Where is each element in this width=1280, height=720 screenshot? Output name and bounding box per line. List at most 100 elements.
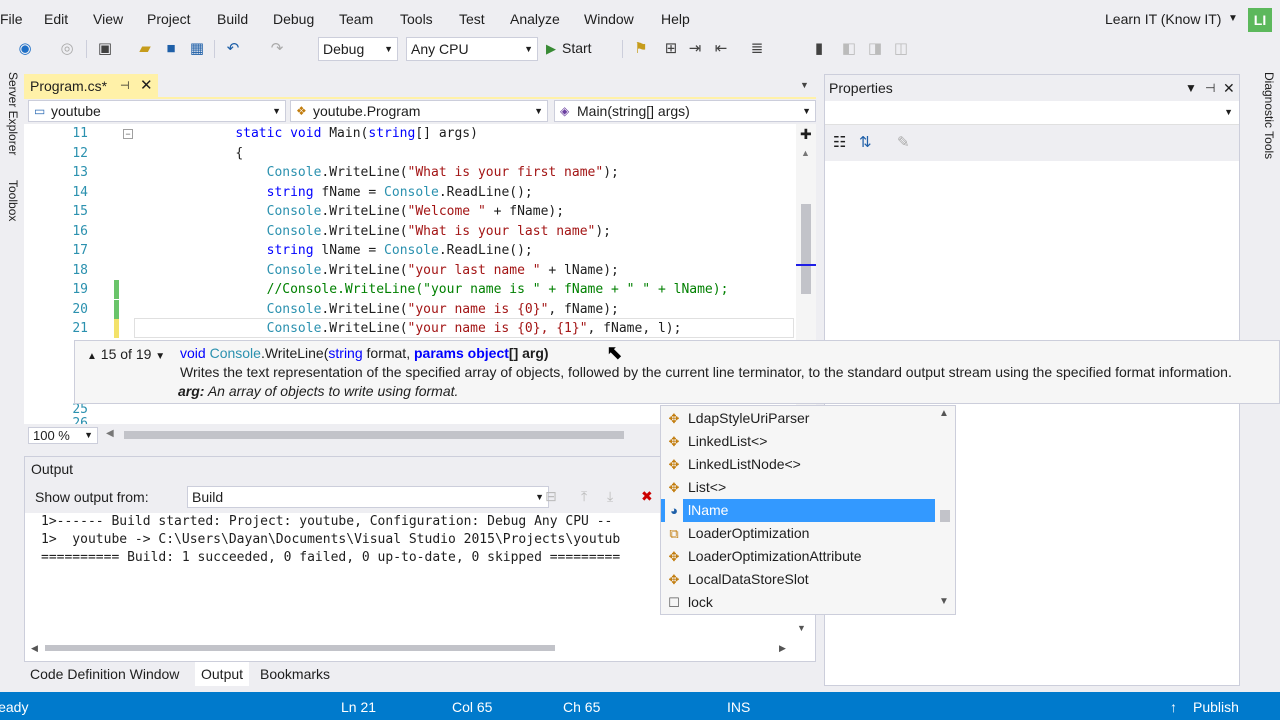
chevron-down-icon[interactable]: ▼ bbox=[800, 80, 809, 90]
code-line[interactable]: 20 Console.WriteLine("your name is {0}",… bbox=[24, 299, 794, 319]
code-line[interactable]: 14 string fName = Console.ReadLine(); bbox=[24, 183, 794, 202]
scroll-up-icon[interactable]: ▲ bbox=[939, 408, 949, 419]
new-project-icon[interactable]: ▣ bbox=[96, 40, 114, 58]
alphabetical-icon[interactable]: ⇅ bbox=[859, 133, 872, 151]
tab-code-definition-window[interactable]: Code Definition Window bbox=[24, 662, 185, 686]
menu-file[interactable]: File bbox=[0, 11, 23, 27]
completion-item[interactable]: ◕ lName bbox=[661, 499, 935, 522]
output-horizontal-scrollbar[interactable] bbox=[45, 643, 785, 653]
completion-scrollbar[interactable]: ▲ ▼ bbox=[935, 406, 955, 614]
completion-item[interactable]: ✥ List<> bbox=[661, 476, 935, 499]
navigate-back-icon[interactable]: ◉ bbox=[16, 40, 34, 58]
completion-item[interactable]: ✥ LdapStyleUriParser bbox=[661, 407, 935, 430]
completion-item[interactable]: ⧉ LoaderOptimization bbox=[661, 522, 935, 545]
show-output-select[interactable]: Build ▼ bbox=[187, 486, 549, 508]
menu-project[interactable]: Project bbox=[147, 11, 191, 27]
type-dropdown[interactable]: ❖ youtube.Program ▼ bbox=[290, 100, 548, 122]
code-line[interactable]: 19 //Console.WriteLine("your name is " +… bbox=[24, 280, 794, 299]
comment-icon[interactable]: ≣ bbox=[748, 40, 766, 58]
close-icon[interactable]: ✕ bbox=[1223, 75, 1235, 101]
member-dropdown[interactable]: ◈ Main(string[] args) ▼ bbox=[554, 100, 816, 122]
zoom-select[interactable]: 100 % ▼ bbox=[28, 427, 98, 444]
pin-icon[interactable]: ⊣ bbox=[1205, 75, 1215, 101]
save-icon[interactable]: ■ bbox=[162, 40, 180, 58]
scroll-right-icon[interactable]: ▶ bbox=[779, 643, 786, 654]
bookmark-icon[interactable]: ▮ bbox=[810, 40, 828, 58]
next-bookmark-icon[interactable]: ◨ bbox=[866, 40, 884, 58]
scroll-up-icon[interactable]: ▲ bbox=[801, 148, 810, 158]
navigate-forward-icon[interactable]: ◎ bbox=[58, 40, 76, 58]
property-pages-icon[interactable]: ✎ bbox=[897, 133, 910, 151]
properties-object-select[interactable]: ▼ bbox=[825, 101, 1239, 125]
chevron-down-icon[interactable]: ▼ bbox=[1228, 13, 1238, 24]
avatar[interactable]: LI bbox=[1248, 8, 1272, 32]
solution-config-select[interactable]: Debug ▼ bbox=[318, 37, 398, 61]
find-message-icon[interactable]: ⊟ bbox=[545, 488, 557, 505]
scroll-down-icon[interactable]: ▼ bbox=[939, 596, 949, 607]
menu-team[interactable]: Team bbox=[339, 11, 373, 27]
menu-test[interactable]: Test bbox=[459, 11, 485, 27]
tab-program-cs[interactable]: Program.cs* ⊣ ✕ bbox=[24, 74, 158, 98]
scrollbar-thumb[interactable] bbox=[45, 645, 555, 651]
menu-build[interactable]: Build bbox=[217, 11, 248, 27]
tab-output[interactable]: Output bbox=[195, 662, 250, 686]
project-dropdown[interactable]: ▭ youtube ▼ bbox=[28, 100, 286, 122]
redo-icon[interactable]: ↷ bbox=[268, 40, 286, 58]
code-line[interactable]: 17 string lName = Console.ReadLine(); bbox=[24, 241, 794, 260]
code-line[interactable]: 18 Console.WriteLine("your last name " +… bbox=[24, 261, 794, 280]
split-icon[interactable]: ✚ bbox=[800, 126, 812, 143]
code-line[interactable]: 12 { bbox=[24, 144, 794, 163]
completion-item[interactable]: ✥ LinkedList<> bbox=[661, 430, 935, 453]
scrollbar-thumb[interactable] bbox=[801, 204, 811, 294]
publish-icon[interactable]: ↑ bbox=[1170, 699, 1177, 715]
tab-bookmarks[interactable]: Bookmarks bbox=[254, 662, 336, 686]
prev-message-icon[interactable]: ⤒ bbox=[581, 488, 587, 505]
menu-view[interactable]: View bbox=[93, 11, 123, 27]
overload-down-icon[interactable]: ▼ bbox=[155, 351, 165, 362]
menu-edit[interactable]: Edit bbox=[44, 11, 68, 27]
code-line[interactable]: 15 Console.WriteLine("Welcome " + fName)… bbox=[24, 202, 794, 221]
overload-up-icon[interactable]: ▲ bbox=[87, 351, 97, 362]
chevron-down-icon[interactable]: ▼ bbox=[1185, 75, 1197, 101]
code-line[interactable]: 21 Console.WriteLine("your name is {0}, … bbox=[24, 319, 794, 338]
intellisense-list[interactable]: ✥ LdapStyleUriParser ✥ LinkedList<> ✥ LinkedL… bbox=[660, 405, 956, 615]
save-all-icon[interactable]: ▦ bbox=[188, 40, 206, 58]
pin-icon[interactable]: ⊣ bbox=[120, 74, 130, 98]
prev-bookmark-icon[interactable]: ◧ bbox=[840, 40, 858, 58]
clear-bookmarks-icon[interactable]: ◫ bbox=[892, 40, 910, 58]
code-line[interactable]: 13 Console.WriteLine("What is your first… bbox=[24, 163, 794, 182]
server-explorer-tab[interactable]: Server Explorer bbox=[0, 72, 20, 155]
scroll-left-icon[interactable]: ◀ bbox=[106, 428, 114, 439]
toolbox-tab[interactable]: Toolbox bbox=[0, 180, 20, 221]
horizontal-scrollbar-thumb[interactable] bbox=[124, 431, 624, 439]
indent-icon[interactable]: ⇥ bbox=[686, 40, 704, 58]
completion-item[interactable]: ✥ LoaderOptimizationAttribute bbox=[661, 545, 935, 568]
completion-item[interactable]: ✥ LocalDataStoreSlot bbox=[661, 568, 935, 591]
outdent-icon[interactable]: ⇤ bbox=[712, 40, 730, 58]
find-in-files-icon[interactable]: ⊞ bbox=[662, 40, 680, 58]
menu-window[interactable]: Window bbox=[584, 11, 634, 27]
undo-icon[interactable]: ↶ bbox=[224, 40, 242, 58]
close-icon[interactable]: ✕ bbox=[140, 74, 153, 98]
categorized-icon[interactable]: ☷ bbox=[833, 133, 846, 151]
scrollbar-thumb[interactable] bbox=[940, 510, 950, 522]
menu-tools[interactable]: Tools bbox=[400, 11, 433, 27]
menu-analyze[interactable]: Analyze bbox=[510, 11, 560, 27]
solution-platform-select[interactable]: Any CPU ▼ bbox=[406, 37, 538, 61]
clear-all-icon[interactable]: ✖ bbox=[641, 488, 653, 505]
completion-item[interactable]: ✥ LinkedListNode<> bbox=[661, 453, 935, 476]
code-line[interactable]: 16 Console.WriteLine("What is your last … bbox=[24, 222, 794, 241]
menu-debug[interactable]: Debug bbox=[273, 11, 314, 27]
diagnostic-tools-tab[interactable]: Diagnostic Tools bbox=[1256, 72, 1276, 159]
code-line[interactable]: 11 static void Main(string[] args) bbox=[24, 124, 794, 143]
menu-help[interactable]: Help bbox=[661, 11, 690, 27]
completion-item[interactable]: ☐ lock bbox=[661, 591, 935, 614]
scroll-left-icon[interactable]: ◀ bbox=[31, 643, 38, 654]
open-folder-icon[interactable]: ▰ bbox=[136, 40, 154, 58]
overload-counter[interactable]: ▲ 15 of 19 ▼ bbox=[87, 346, 165, 362]
next-message-icon[interactable]: ⤓ bbox=[607, 488, 613, 505]
publish-button[interactable]: Publish bbox=[1193, 699, 1239, 715]
browser-link-icon[interactable]: ⚑ bbox=[632, 40, 650, 58]
start-button[interactable]: ▶ Start bbox=[546, 40, 592, 57]
scroll-down-icon[interactable]: ▼ bbox=[797, 623, 806, 633]
